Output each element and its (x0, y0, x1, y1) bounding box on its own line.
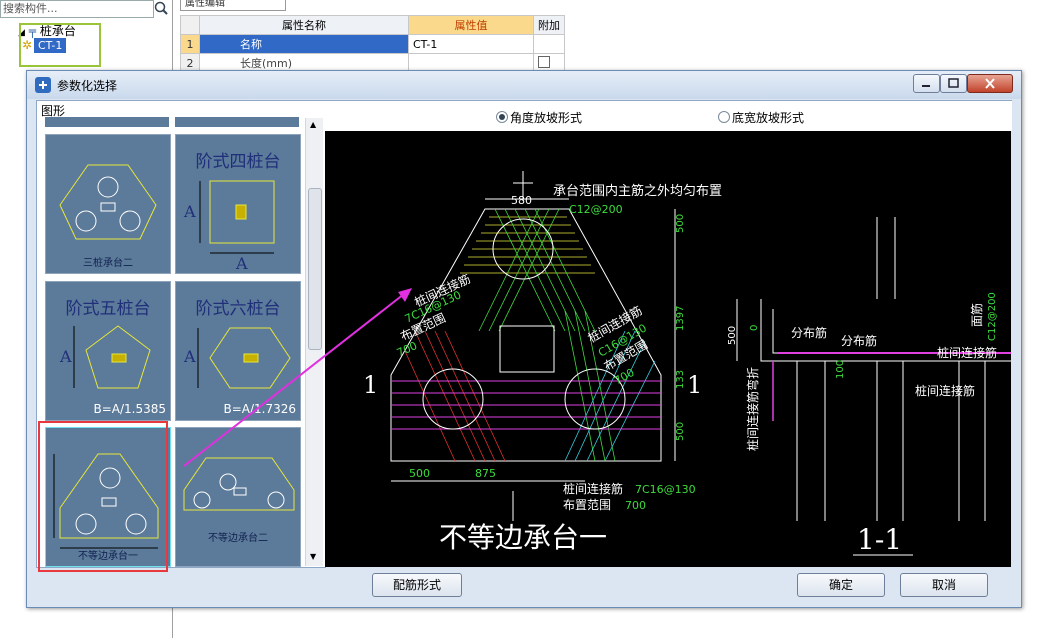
dim-500-top: 500 (675, 214, 686, 233)
section-rebar-right: C12@200 (987, 292, 998, 341)
dim-133: 133 (675, 370, 686, 389)
section-dim-100: 100 (835, 360, 846, 379)
section-dim-500: 500 (727, 326, 738, 345)
dim-1397: 1397 (675, 306, 686, 331)
selected-thumbnail-frame (38, 421, 168, 572)
drawing-title: 不等边承台一 (439, 521, 607, 554)
top-note: 承台范围内主筋之外均匀布置 (553, 183, 722, 199)
section-dim-0: 0 (749, 325, 760, 331)
section-mark-right: 1 (687, 371, 702, 399)
parametric-select-dialog: 参数化选择 图形 三桩承台二 阶式四桩台 A A 阶式五桩台 A B=A/1.5… (26, 70, 1022, 608)
dim-580: 580 (511, 194, 532, 207)
left-dim: 700 (395, 339, 420, 360)
maximize-button[interactable] (940, 74, 967, 93)
svg-text:A: A (183, 347, 196, 366)
section-conn-rebar: 桩间连接筋 (937, 345, 997, 360)
shape-list-scrollbar[interactable]: ▲ ▼ (305, 118, 323, 566)
bottom-rebar: 7C16@130 (635, 483, 696, 496)
dialog-title: 参数化选择 (57, 79, 118, 93)
radio-angle-slope-label[interactable]: 角度放坡形式 (510, 109, 582, 126)
table-header-row: 属性名称 属性值 附加 (180, 15, 565, 35)
bottom-dim: 700 (625, 499, 646, 512)
thumbnail-partial[interactable] (175, 117, 299, 127)
app-icon (35, 77, 51, 93)
thumbnail-three-pile-cap-2[interactable]: 三桩承台二 (45, 134, 171, 274)
thumbnail-title: 阶式四桩台 (195, 152, 281, 172)
property-table: 属性名称 属性值 附加 1 名称 CT-1 2 长度(mm) (180, 15, 565, 73)
scroll-down-icon[interactable]: ▼ (310, 552, 316, 561)
section-dist-rebar-1: 分布筋 (791, 325, 827, 340)
dim-500-left: 500 (409, 467, 430, 480)
close-button[interactable] (967, 74, 1013, 93)
scroll-up-icon[interactable]: ▲ (310, 120, 316, 129)
top-rebar: C12@200 (569, 203, 623, 216)
thumbnail-caption: B=A/1.5385 (93, 402, 166, 416)
row-number: 1 (180, 34, 200, 54)
dialog-titlebar[interactable]: 参数化选择 (27, 71, 1021, 99)
thumbnail-title: 阶式六桩台 (195, 299, 281, 319)
radio-base-width-slope-label[interactable]: 底宽放坡形式 (732, 109, 804, 126)
cancel-button[interactable]: 取消 (900, 573, 988, 597)
section-dist-rebar-2: 分布筋 (841, 333, 877, 348)
thumbnail-title: 阶式五桩台 (65, 299, 151, 319)
bottom-note-2: 布置范围 (563, 498, 611, 512)
column-header-name: 属性名称 (199, 15, 409, 35)
section-conn-rebar-bottom: 桩间连接筋 (915, 383, 975, 398)
tab-property-edit[interactable]: 属性编辑 (180, 0, 286, 11)
dim-875: 875 (475, 467, 496, 480)
rebar-form-button[interactable]: 配筋形式 (372, 573, 462, 597)
radio-base-width-slope[interactable] (718, 111, 730, 123)
svg-text:A: A (235, 254, 248, 273)
thumbnail-stepped-four-pile[interactable]: 阶式四桩台 A A (175, 134, 301, 274)
column-header-value: 属性值 (408, 15, 534, 35)
search-icon[interactable] (152, 0, 170, 18)
radio-angle-slope[interactable] (496, 111, 508, 123)
minimize-button[interactable] (913, 74, 940, 93)
section-label: 1-1 (857, 523, 902, 556)
cad-preview: 承台范围内主筋之外均匀布置 C12@200 580 桩间连接筋 7C16@130… (325, 131, 1011, 567)
table-row[interactable]: 1 名称 CT-1 (180, 34, 565, 54)
three-pile-cap-shape (59, 164, 157, 240)
prop-extra (533, 34, 565, 54)
prop-value[interactable]: CT-1 (408, 34, 534, 54)
thumbnail-stepped-six-pile[interactable]: 阶式六桩台 A B=A/1.7326 (175, 281, 301, 421)
scroll-thumb[interactable] (308, 188, 322, 350)
section-mark-left: 1 (363, 371, 378, 399)
cap-drawing: 承台范围内主筋之外均匀布置 C12@200 580 桩间连接筋 7C16@130… (363, 171, 1011, 556)
thumbnail-caption: 不等边承台二 (208, 533, 268, 544)
thumbnail-caption: B=A/1.7326 (223, 402, 296, 416)
column-header-extra: 附加 (533, 15, 565, 35)
svg-text:A: A (183, 202, 196, 221)
unequal-cap-2-shape (183, 457, 295, 511)
thumbnail-caption: 三桩承台二 (83, 258, 133, 269)
section-vertical-right: 面筋 (969, 303, 984, 327)
thumbnail-partial[interactable] (45, 117, 169, 127)
slope-form-options: 角度放坡形式 底宽放坡形式 (324, 100, 1012, 131)
thumbnail-stepped-five-pile[interactable]: 阶式五桩台 A B=A/1.5385 (45, 281, 171, 421)
search-input[interactable]: 搜索构件... (0, 0, 154, 18)
svg-text:A: A (59, 347, 72, 366)
prop-name: 名称 (199, 34, 409, 54)
dim-500-bottom: 500 (675, 422, 686, 441)
bottom-note-1: 桩间连接筋 (563, 481, 623, 496)
section-vertical-left: 桩间连接筋弯折 (745, 367, 760, 451)
thumbnail-unequal-cap-2[interactable]: 不等边承台二 (175, 427, 301, 567)
ok-button[interactable]: 确定 (797, 573, 885, 597)
highlight-frame (19, 23, 101, 67)
